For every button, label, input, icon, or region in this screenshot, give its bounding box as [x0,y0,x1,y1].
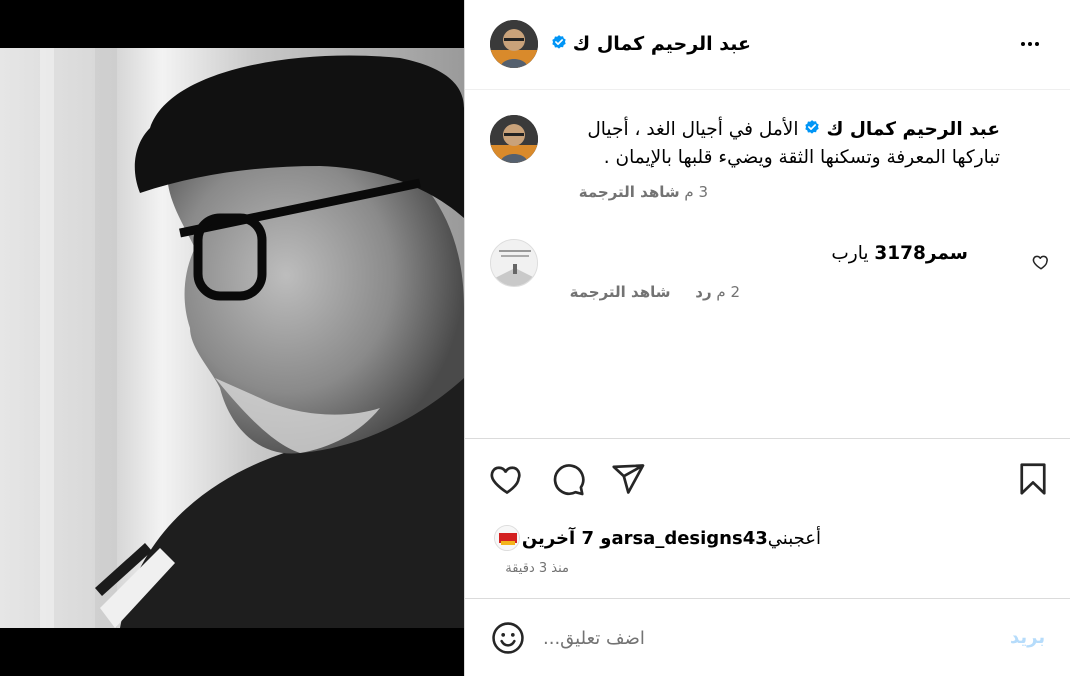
caption: عبد الرحيم كمال ك الأمل في أجيال الغد ، أ… [587,116,1000,172]
more-dot [1035,42,1039,46]
comment-icon[interactable] [550,461,586,497]
liker-logo-image [495,526,519,550]
caption-author-avatar[interactable] [490,115,538,163]
add-comment-input[interactable] [543,621,983,655]
caption-line-1: عبد الرحيم كمال ك الأمل في أجيال الغد ، أ… [587,116,1000,144]
caption-text-line-2: تباركها المعرفة وتسكنها الثقة ويضيء قلبه… [603,147,1000,168]
post-timestamp[interactable]: منذ 3 دقيقة [505,561,569,576]
post-details-panel: عبد الرحيم كمال ك عبد الرحيم كمال ك الأمل… [464,0,1070,676]
post-comment-button[interactable]: بريد [1010,627,1045,648]
more-options-button[interactable] [1017,32,1043,56]
emoji-icon[interactable] [491,621,525,655]
likes-prefix: أعجبني [767,528,821,549]
avatar-image [491,240,537,286]
commenter-avatar[interactable] [490,239,538,287]
author-username[interactable]: عبد الرحيم كمال ك [545,33,751,55]
portrait-image [0,48,464,628]
comment-text: سمر3178 يارب [831,243,968,264]
post-media[interactable] [0,0,464,676]
send-icon[interactable] [610,461,646,497]
likes-user[interactable]: arsa_designs43 [611,528,767,549]
author-avatar[interactable] [490,20,538,68]
comment-meta: 2 م رد شاهد الترجمة [550,283,740,301]
verified-badge-icon [552,35,566,49]
post-header: عبد الرحيم كمال ك [465,0,1070,90]
heart-icon[interactable] [489,461,525,497]
author-name[interactable]: عبد الرحيم كمال ك [573,33,751,55]
caption-text-line-1: الأمل في أجيال الغد ، أجيال [587,119,799,140]
comment-body: يارب [831,243,869,264]
likes-others[interactable]: و 7 آخرين [522,528,612,549]
likes-summary: أعجبنيarsa_designs43و 7 آخرين [522,528,821,549]
comment-see-translation[interactable]: شاهد الترجمة [570,283,671,301]
post-photo[interactable] [0,48,464,628]
verified-badge-icon [805,120,820,134]
avatar-image [490,115,538,163]
bookmark-icon[interactable] [1015,461,1051,497]
more-horizontal-icon [1021,42,1025,46]
liker-avatar[interactable] [494,525,520,551]
more-dot [1028,42,1032,46]
add-comment-bar [465,598,1070,676]
comment-username[interactable]: سمر3178 [874,243,968,264]
post-actions: أعجبنيarsa_designs43و 7 آخرين منذ 3 دقيق… [465,438,1070,598]
comment-age: 2 م [716,283,740,301]
caption-username[interactable]: عبد الرحيم كمال ك [826,119,1000,140]
comment-reply-button[interactable]: رد [695,283,711,301]
caption-age: 3 م [684,183,708,201]
comment-like-heart-icon[interactable] [1032,253,1050,271]
avatar-image [490,20,538,68]
caption-meta: 3 م شاهد الترجمة [559,183,708,201]
caption-see-translation[interactable]: شاهد الترجمة [579,183,680,201]
